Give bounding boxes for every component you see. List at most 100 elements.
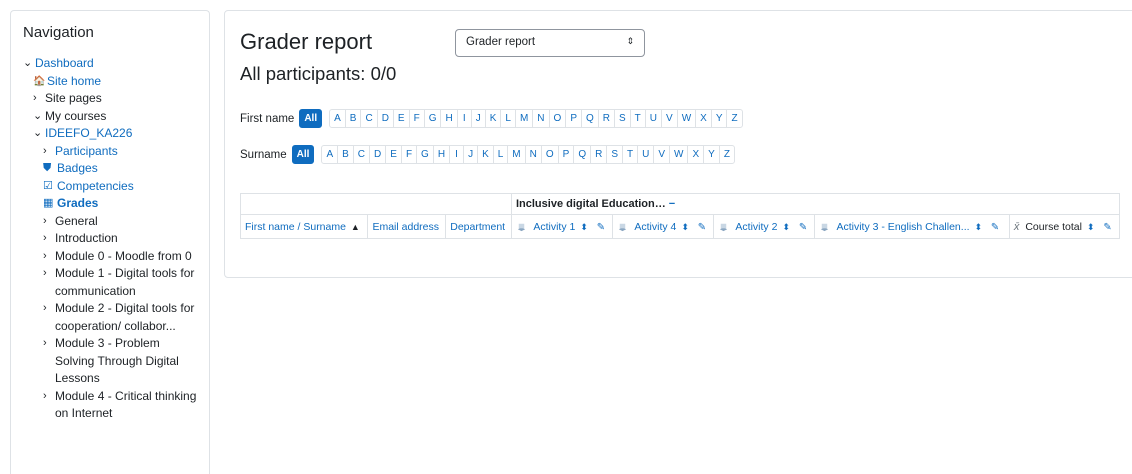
- nav-item-module-3-problem-solving-through-digital-lessons[interactable]: › Module 3 - Problem Solving Through Digi…: [23, 335, 209, 388]
- surname-letter-a[interactable]: A: [321, 145, 339, 164]
- surname-letter-m[interactable]: M: [507, 145, 526, 164]
- activity-1-column-header[interactable]: Activity 1 ⬍ ✎: [510, 214, 614, 239]
- surname-letter-x[interactable]: X: [687, 145, 705, 164]
- first-name-letter-a[interactable]: A: [329, 109, 346, 128]
- nav-item-site-pages[interactable]: › Site pages: [23, 90, 209, 108]
- first-name-letter-c[interactable]: C: [360, 109, 378, 128]
- surname-letter-k[interactable]: K: [477, 145, 494, 164]
- edit-pencil-icon[interactable]: ✎: [991, 222, 999, 233]
- nav-item-competencies[interactable]: ☑ Competencies: [23, 178, 209, 196]
- sort-icon[interactable]: ⬍: [782, 222, 790, 232]
- surname-letter-o[interactable]: O: [540, 145, 559, 164]
- name-column-header[interactable]: First name / Surname ▲: [239, 214, 369, 239]
- chevron-right-icon[interactable]: ›: [43, 143, 55, 161]
- nav-item-module-0-moodle-from-0[interactable]: › Module 0 - Moodle from 0: [23, 248, 209, 266]
- surname-letter-c[interactable]: C: [352, 145, 371, 164]
- sort-icon[interactable]: ⬍: [580, 222, 588, 232]
- first-name-letter-g[interactable]: G: [423, 109, 442, 128]
- nav-item-badges[interactable]: ⛊ Badges: [23, 160, 209, 178]
- first-name-letter-y[interactable]: Y: [710, 109, 728, 128]
- surname-letter-f[interactable]: F: [400, 145, 418, 164]
- nav-item-general[interactable]: › General: [23, 213, 209, 231]
- surname-letter-v[interactable]: V: [653, 145, 671, 164]
- first-name-letter-i[interactable]: I: [456, 109, 472, 128]
- chevron-right-icon[interactable]: ›: [43, 300, 55, 335]
- surname-letter-z[interactable]: Z: [718, 145, 735, 164]
- surname-letter-h[interactable]: H: [432, 145, 451, 164]
- nav-item-my-courses[interactable]: ⌄ My courses: [23, 108, 209, 126]
- first-name-letter-b[interactable]: B: [344, 109, 362, 128]
- nav-item-participants[interactable]: › Participants: [23, 143, 209, 161]
- activity-3-column-header[interactable]: Activity 3 - English Challen... ⬍ ✎: [814, 214, 1010, 239]
- surname-letter-r[interactable]: R: [590, 145, 608, 164]
- first-name-letter-r[interactable]: R: [597, 109, 615, 128]
- nav-item-dashboard[interactable]: ⌄ Dashboard: [23, 55, 209, 73]
- first-name-letter-h[interactable]: H: [440, 109, 458, 128]
- surname-letter-i[interactable]: I: [449, 145, 465, 164]
- nav-item-grades[interactable]: ▦ Grades: [23, 195, 209, 213]
- first-name-letter-j[interactable]: J: [470, 109, 486, 128]
- first-name-letter-m[interactable]: M: [514, 109, 534, 128]
- edit-pencil-icon[interactable]: ✎: [1103, 222, 1111, 233]
- first-name-letter-k[interactable]: K: [484, 109, 502, 128]
- surname-letter-g[interactable]: G: [416, 145, 434, 164]
- edit-pencil-icon[interactable]: ✎: [597, 222, 605, 233]
- first-name-letter-t[interactable]: T: [629, 109, 646, 128]
- activity-4-label[interactable]: Activity 4: [634, 221, 676, 233]
- first-name-letter-f[interactable]: F: [408, 109, 425, 128]
- chevron-down-icon[interactable]: ⌄: [33, 108, 45, 126]
- course-total-column-header[interactable]: x̄ Course total ⬍ ✎: [1008, 214, 1121, 239]
- chevron-right-icon[interactable]: ›: [33, 90, 45, 108]
- nav-item-introduction[interactable]: › Introduction: [23, 230, 209, 248]
- first-name-letter-q[interactable]: Q: [580, 109, 599, 128]
- first-name-letter-u[interactable]: U: [644, 109, 663, 128]
- nav-item-module-1-digital-tools-for-communication[interactable]: › Module 1 - Digital tools for communicat…: [23, 265, 209, 300]
- activity-3-label[interactable]: Activity 3 - English Challen...: [836, 221, 969, 233]
- surname-letter-j[interactable]: J: [463, 145, 479, 164]
- first-name-letter-z[interactable]: Z: [726, 109, 743, 128]
- activity-1-label[interactable]: Activity 1: [533, 221, 575, 233]
- surname-letter-y[interactable]: Y: [703, 145, 720, 164]
- first-name-letter-w[interactable]: W: [676, 109, 697, 128]
- surname-all-button[interactable]: All: [291, 145, 315, 164]
- chevron-right-icon[interactable]: ›: [43, 265, 55, 300]
- email-column-header[interactable]: Email address: [367, 214, 447, 239]
- nav-item-module-4-critical-thinking-on-internet[interactable]: › Module 4 - Critical thinking on Interne…: [23, 388, 209, 423]
- edit-pencil-icon[interactable]: ✎: [698, 222, 706, 233]
- edit-pencil-icon[interactable]: ✎: [799, 222, 807, 233]
- chevron-right-icon[interactable]: ›: [43, 388, 55, 423]
- activity-4-column-header[interactable]: Activity 4 ⬍ ✎: [612, 214, 715, 239]
- sort-icon[interactable]: ⬍: [974, 222, 982, 232]
- collapse-category-icon[interactable]: −: [669, 198, 675, 210]
- surname-letter-p[interactable]: P: [557, 145, 575, 164]
- chevron-down-icon[interactable]: ⌄: [23, 55, 35, 73]
- surname-letter-e[interactable]: E: [385, 145, 402, 164]
- surname-letter-b[interactable]: B: [337, 145, 354, 164]
- sort-icon[interactable]: ⬍: [1087, 222, 1095, 232]
- nav-item-ideefo-ka226[interactable]: ⌄ IDEEFO_KA226: [23, 125, 209, 143]
- first-name-letter-v[interactable]: V: [661, 109, 678, 128]
- chevron-down-icon[interactable]: ⌄: [33, 125, 45, 143]
- nav-item-module-2-digital-tools-for-cooperation-collabor[interactable]: › Module 2 - Digital tools for cooperatio…: [23, 300, 209, 335]
- nav-item-site-home[interactable]: 🏠 Site home: [23, 73, 209, 91]
- surname-letter-s[interactable]: S: [606, 145, 624, 164]
- sort-icon[interactable]: ⬍: [681, 222, 689, 232]
- activity-2-column-header[interactable]: Activity 2 ⬍ ✎: [713, 214, 816, 239]
- report-type-select[interactable]: Grader report ⇕: [455, 29, 645, 57]
- sort-ascending-icon[interactable]: ▲: [351, 222, 360, 232]
- chevron-right-icon[interactable]: ›: [43, 230, 55, 248]
- surname-letter-n[interactable]: N: [524, 145, 542, 164]
- first-name-letter-l[interactable]: L: [500, 109, 516, 128]
- surname-letter-u[interactable]: U: [637, 145, 655, 164]
- first-name-all-button[interactable]: All: [299, 109, 323, 128]
- chevron-right-icon[interactable]: ›: [43, 213, 55, 231]
- surname-letter-t[interactable]: T: [622, 145, 639, 164]
- surname-letter-l[interactable]: L: [492, 145, 509, 164]
- first-name-letter-o[interactable]: O: [548, 109, 567, 128]
- first-name-letter-n[interactable]: N: [532, 109, 550, 128]
- first-name-letter-s[interactable]: S: [614, 109, 631, 128]
- chevron-right-icon[interactable]: ›: [43, 248, 55, 266]
- surname-letter-q[interactable]: Q: [573, 145, 592, 164]
- first-name-letter-p[interactable]: P: [565, 109, 582, 128]
- first-name-letter-x[interactable]: X: [695, 109, 712, 128]
